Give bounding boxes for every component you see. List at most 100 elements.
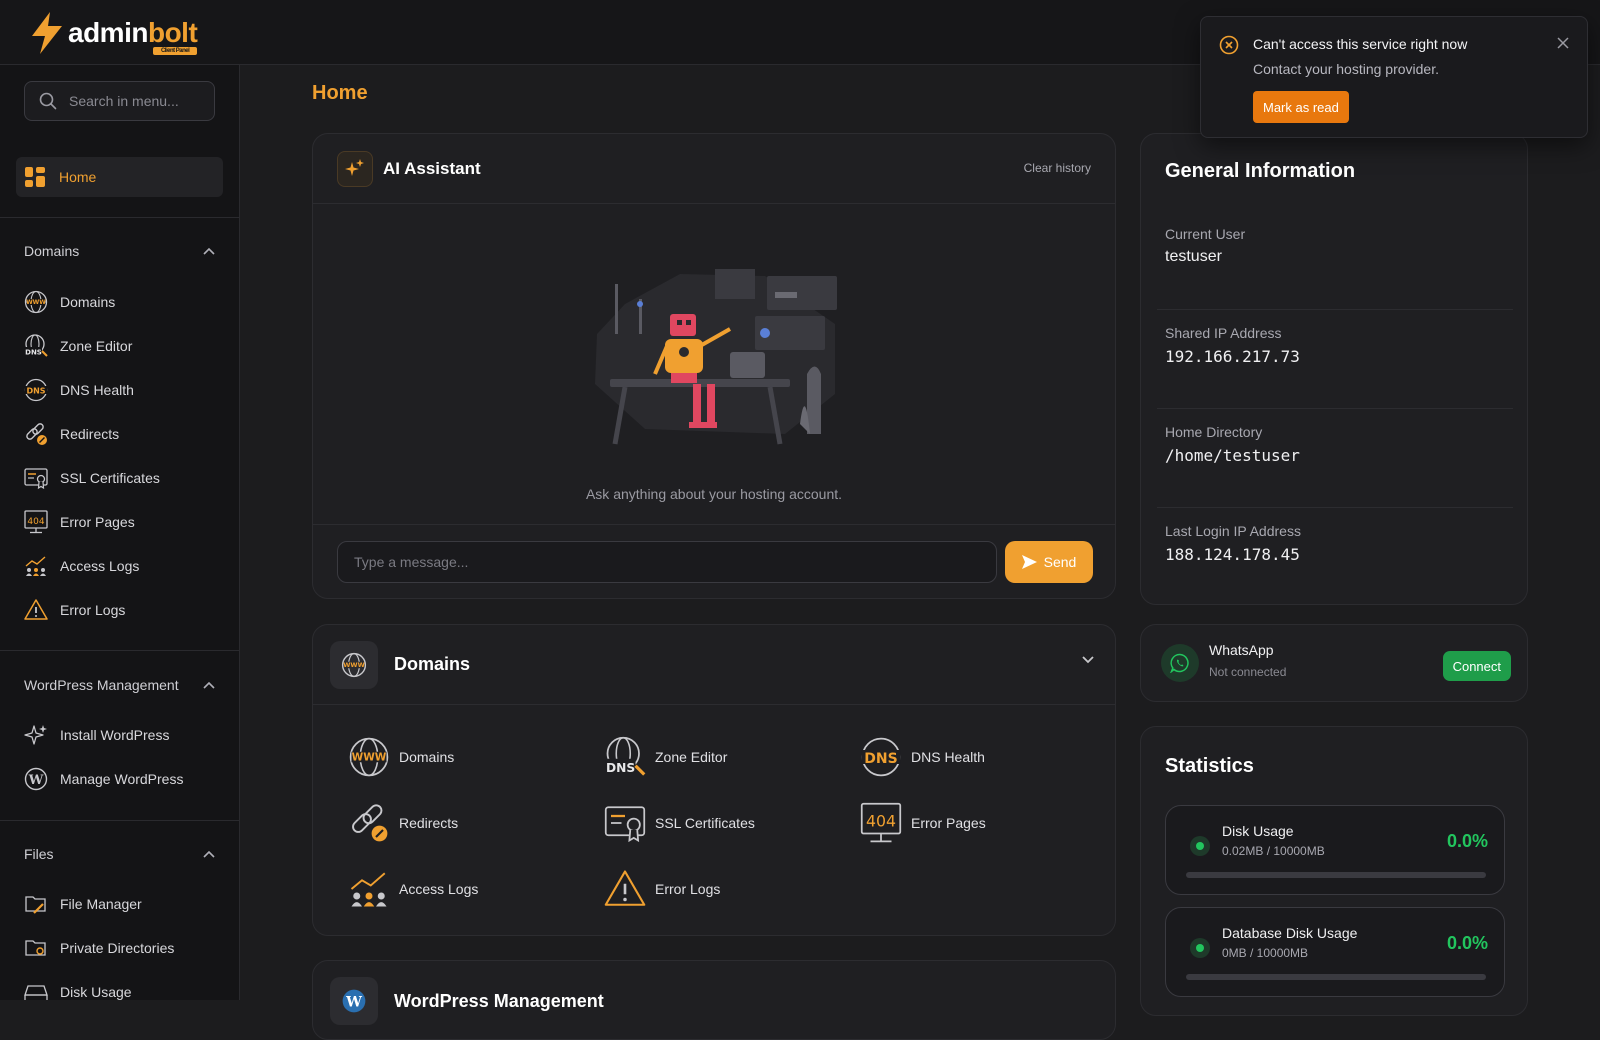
- send-button[interactable]: Send: [1005, 541, 1093, 583]
- whatsapp-connect-button[interactable]: Connect: [1442, 651, 1511, 681]
- stat-progress-bar: [1186, 974, 1486, 980]
- sidebar-section-files[interactable]: Files: [24, 846, 215, 862]
- tool-zone-editor[interactable]: DNS Zone Editor: [603, 735, 727, 779]
- clear-history-button[interactable]: Clear history: [1024, 161, 1091, 175]
- tool-access-logs[interactable]: Access Logs: [347, 867, 478, 911]
- ai-assistant-header: AI Assistant Clear history: [313, 134, 1115, 204]
- sidebar-item-label: Access Logs: [60, 558, 140, 574]
- wordpress-card-header[interactable]: W WordPress Management: [330, 977, 604, 1025]
- tool-label: Zone Editor: [655, 749, 728, 765]
- sidebar-item-disk-usage[interactable]: Disk Usage: [24, 979, 132, 1000]
- sidebar-item-label: Error Pages: [60, 514, 135, 530]
- svg-text:WWW: WWW: [352, 752, 387, 764]
- sidebar-divider: [0, 650, 239, 651]
- access-logs-icon: [24, 554, 48, 578]
- ai-assistant-footer: Send: [313, 524, 1115, 600]
- info-value: 188.124.178.45: [1165, 545, 1300, 564]
- stat-name: Database Disk Usage: [1222, 925, 1358, 941]
- dns-health-icon: DNS: [859, 735, 903, 779]
- svg-text:DNS: DNS: [864, 751, 897, 767]
- sidebar-search[interactable]: [24, 81, 215, 121]
- general-information-title: General Information: [1165, 160, 1356, 182]
- ai-assistant-hint: Ask anything about your hosting account.: [585, 486, 843, 502]
- sidebar-item-file-manager[interactable]: File Manager: [24, 891, 142, 917]
- tool-domains[interactable]: WWW Domains: [347, 735, 454, 779]
- chevron-down-icon[interactable]: [1081, 655, 1095, 665]
- dashboard-icon: [25, 167, 45, 187]
- close-icon[interactable]: [1553, 33, 1573, 53]
- tool-label: Access Logs: [399, 881, 479, 897]
- chevron-up-icon: [203, 247, 215, 255]
- dns-globe-icon: DNS: [603, 735, 647, 779]
- sidebar-item-dns-health[interactable]: DNS DNS Health: [24, 377, 134, 403]
- info-label: Last Login IP Address: [1165, 523, 1301, 539]
- statistics-title: Statistics: [1165, 755, 1254, 777]
- sidebar-item-error-pages[interactable]: 404 Error Pages: [24, 509, 135, 535]
- tool-error-logs[interactable]: Error Logs: [603, 867, 720, 911]
- folder-lock-icon: [24, 936, 48, 960]
- message-input[interactable]: [337, 541, 997, 583]
- sidebar-item-label: Private Directories: [60, 940, 175, 956]
- info-divider: [1157, 408, 1513, 409]
- error-404-icon: 404: [24, 510, 48, 534]
- info-row-last-login-ip: Last Login IP Address 188.124.178.45: [1165, 523, 1505, 564]
- wordpress-icon: W: [330, 977, 378, 1025]
- sidebar-item-label: Disk Usage: [60, 984, 132, 1000]
- lightning-bolt-icon: [32, 12, 62, 54]
- toast-title: Can't access this service right now: [1253, 36, 1468, 52]
- info-divider: [1157, 309, 1513, 310]
- wordpress-icon: W: [24, 767, 48, 791]
- www-globe-icon: WWW: [347, 735, 391, 779]
- whatsapp-name: WhatsApp: [1209, 642, 1274, 658]
- sidebar-item-label: Redirects: [60, 426, 120, 442]
- search-icon: [39, 92, 57, 110]
- sidebar-item-label: Home: [59, 169, 97, 185]
- sidebar-item-ssl-certificates[interactable]: SSL Certificates: [24, 465, 160, 491]
- sidebar-item-domains[interactable]: WWW Domains: [24, 289, 115, 315]
- sidebar-item-home[interactable]: Home: [16, 157, 223, 197]
- tool-dns-health[interactable]: DNS DNS Health: [859, 735, 985, 779]
- tool-label: Redirects: [399, 815, 459, 831]
- error-404-icon: 404: [859, 801, 903, 845]
- svg-text:WWW: WWW: [26, 299, 46, 306]
- sidebar-item-access-logs[interactable]: Access Logs: [24, 553, 139, 579]
- error-circle-icon: [1219, 35, 1239, 55]
- sidebar-item-install-wordpress[interactable]: Install WordPress: [24, 722, 169, 748]
- stat-database-disk-usage: Database Disk Usage 0MB / 10000MB 0.0%: [1165, 907, 1505, 997]
- info-label: Home Directory: [1165, 424, 1263, 440]
- chevron-up-icon: [203, 850, 215, 858]
- dns-globe-icon: DNS: [24, 334, 48, 358]
- info-value: /home/testuser: [1165, 446, 1300, 465]
- tool-redirects[interactable]: Redirects: [347, 801, 458, 845]
- sidebar-item-private-directories[interactable]: Private Directories: [24, 935, 174, 961]
- sidebar-item-label: Domains: [60, 294, 116, 310]
- whatsapp-card: WhatsApp Not connected Connect: [1140, 624, 1528, 702]
- ai-assistant-card: AI Assistant Clear history Ask anything …: [312, 133, 1116, 599]
- sidebar-item-redirects[interactable]: Redirects: [24, 421, 119, 447]
- sidebar-search-input[interactable]: [69, 93, 199, 109]
- folder-edit-icon: [24, 892, 48, 916]
- sidebar-item-label: Install WordPress: [60, 727, 170, 743]
- sidebar-section-wordpress[interactable]: WordPress Management: [24, 677, 215, 693]
- sidebar-section-domains[interactable]: Domains: [24, 243, 215, 259]
- sidebar-item-manage-wordpress[interactable]: W Manage WordPress: [24, 766, 183, 792]
- svg-text:WWW: WWW: [343, 661, 365, 669]
- domains-card: WWW Domains WWW Domains DNS Zone Editor …: [312, 624, 1116, 936]
- ai-assistant-title: AI Assistant: [383, 158, 481, 178]
- sidebar-item-zone-editor[interactable]: DNS Zone Editor: [24, 333, 132, 359]
- domains-card-header[interactable]: WWW Domains: [313, 625, 1115, 705]
- tool-error-pages[interactable]: 404 Error Pages: [859, 801, 986, 845]
- mark-as-read-button[interactable]: Mark as read: [1253, 91, 1349, 123]
- sparkles-icon: [337, 150, 373, 187]
- brand-logo[interactable]: adminbolt Client Panel: [30, 12, 198, 55]
- sidebar-item-label: SSL Certificates: [60, 470, 160, 486]
- svg-text:404: 404: [866, 812, 896, 831]
- sidebar-divider: [0, 217, 239, 218]
- tool-label: Error Logs: [655, 881, 721, 897]
- section-title: Domains: [24, 243, 80, 259]
- robot-illustration: [595, 269, 837, 445]
- domains-card-title: Domains: [394, 654, 471, 674]
- tool-ssl-certificates[interactable]: SSL Certificates: [603, 801, 755, 845]
- sidebar-item-error-logs[interactable]: Error Logs: [24, 597, 125, 623]
- svg-text:DNS: DNS: [26, 387, 45, 396]
